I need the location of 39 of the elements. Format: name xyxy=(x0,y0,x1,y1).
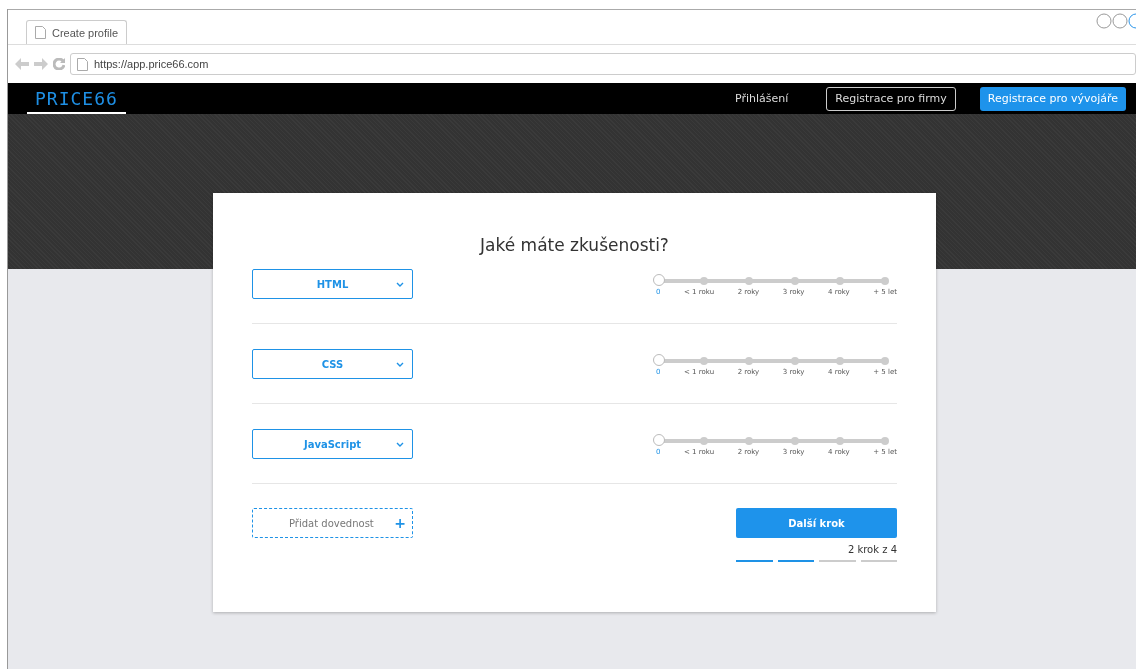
chevron-down-icon xyxy=(396,442,404,447)
reload-icon[interactable] xyxy=(53,58,65,70)
skill-dropdown[interactable]: HTML xyxy=(252,269,413,299)
slider-step-dot[interactable] xyxy=(700,357,709,365)
next-step-button[interactable]: Další krok xyxy=(736,508,897,538)
slider-step-dot[interactable] xyxy=(745,437,754,445)
skill-dropdown[interactable]: JavaScript xyxy=(252,429,413,459)
page-icon xyxy=(35,26,46,39)
browser-tab[interactable]: Create profile xyxy=(26,20,128,44)
slider-step-dot[interactable] xyxy=(790,277,799,285)
add-skill-button[interactable]: Přidat dovednost + xyxy=(252,508,413,538)
slider-thumb[interactable] xyxy=(653,274,665,286)
forward-icon[interactable] xyxy=(34,58,48,70)
address-bar[interactable]: https://app.price66.com xyxy=(70,53,1136,75)
slider-step-dot[interactable] xyxy=(700,277,709,285)
slider-step-dot[interactable] xyxy=(881,357,889,365)
back-icon[interactable] xyxy=(15,58,29,70)
slider-thumb[interactable] xyxy=(653,354,665,366)
slider-step-dot[interactable] xyxy=(881,277,889,285)
slider-step-dot[interactable] xyxy=(835,437,844,445)
chevron-down-icon xyxy=(396,362,404,367)
chevron-down-icon xyxy=(396,282,404,287)
slider-step-dot[interactable] xyxy=(745,277,754,285)
slider-step-dot[interactable] xyxy=(881,437,889,445)
step-counter: 2 krok z 4 xyxy=(846,544,897,555)
window-controls-icon[interactable] xyxy=(1096,12,1136,30)
slider-step-dot[interactable] xyxy=(835,277,844,285)
question-title: Jaké máte zkušenosti? xyxy=(478,235,670,255)
page-icon xyxy=(77,57,88,71)
skill-dropdown[interactable]: CSS xyxy=(252,349,413,379)
slider-thumb[interactable] xyxy=(653,434,665,446)
company-signup-button[interactable]: Registrace pro firmy xyxy=(826,86,956,111)
developer-signup-button[interactable]: Registrace pro vývojáře xyxy=(979,86,1126,111)
slider-step-dot[interactable] xyxy=(700,437,709,445)
slider-step-dot[interactable] xyxy=(790,357,799,365)
slider-step-dot[interactable] xyxy=(835,357,844,365)
slider-step-dot[interactable] xyxy=(790,437,799,445)
login-link[interactable]: Přihlášení xyxy=(726,86,797,111)
slider-step-dot[interactable] xyxy=(745,357,754,365)
